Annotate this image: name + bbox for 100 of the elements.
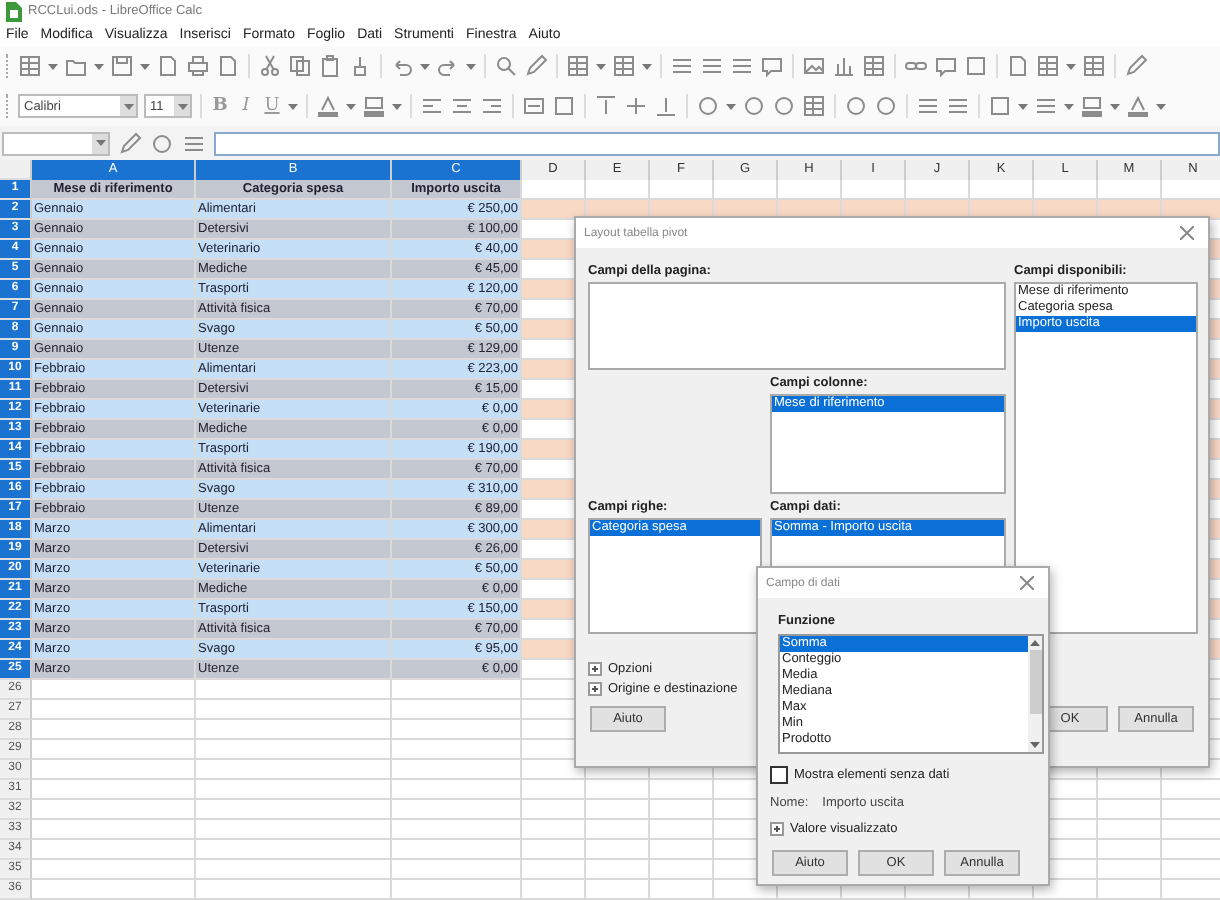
pencil-icon[interactable]	[1124, 54, 1148, 78]
comment-icon[interactable]	[934, 54, 958, 78]
dropdown-arrow-icon[interactable]	[642, 63, 652, 69]
dropdown-arrow-icon[interactable]	[420, 63, 430, 69]
table-icon[interactable]	[862, 54, 886, 78]
rows-icon[interactable]	[700, 54, 724, 78]
copy-icon[interactable]	[288, 54, 312, 78]
align-bottom-icon[interactable]	[654, 94, 678, 118]
close-icon[interactable]	[1020, 576, 1034, 590]
brush-icon[interactable]	[348, 54, 372, 78]
table-icon[interactable]	[566, 54, 590, 78]
align-left-icon[interactable]	[420, 94, 444, 118]
square-icon[interactable]	[964, 54, 988, 78]
dropdown-arrow-icon[interactable]	[1156, 103, 1166, 109]
circle-icon[interactable]	[874, 94, 898, 118]
table-cell	[392, 860, 522, 880]
image-icon[interactable]	[802, 54, 826, 78]
dropdown-arrow-icon[interactable]	[123, 103, 133, 109]
dropdown-arrow-icon[interactable]	[1064, 103, 1074, 109]
pencil-icon[interactable]	[118, 131, 142, 155]
circle-icon[interactable]	[150, 131, 174, 155]
dropdown-arrow-icon[interactable]	[392, 103, 402, 109]
document-icon[interactable]	[156, 54, 180, 78]
expand-icon[interactable]	[588, 662, 602, 676]
printer-icon[interactable]	[186, 54, 210, 78]
dropdown-arrow-icon[interactable]	[596, 63, 606, 69]
circle-icon[interactable]	[696, 94, 720, 118]
table-cell	[1034, 880, 1098, 900]
scroll-down-icon[interactable]	[1030, 742, 1040, 748]
dropdown-arrow-icon[interactable]	[48, 63, 58, 69]
dropdown-arrow-icon[interactable]	[346, 103, 356, 109]
table-icon[interactable]	[18, 54, 42, 78]
table-cell	[392, 680, 522, 700]
square-icon[interactable]	[988, 94, 1012, 118]
dropdown-arrow-icon[interactable]	[466, 63, 476, 69]
table-cell	[586, 180, 650, 200]
name-box[interactable]	[2, 131, 110, 155]
align-right-icon[interactable]	[480, 94, 504, 118]
scissors-icon[interactable]	[258, 54, 282, 78]
dropdown-arrow-icon[interactable]	[288, 103, 298, 109]
scroll-up-icon[interactable]	[1030, 640, 1040, 646]
table-icon[interactable]	[612, 54, 636, 78]
rows-icon[interactable]	[916, 94, 940, 118]
rows-icon[interactable]	[670, 54, 694, 78]
align-middle-icon[interactable]	[624, 94, 648, 118]
comment-icon[interactable]	[760, 54, 784, 78]
table-cell	[586, 800, 650, 820]
table-cell	[650, 780, 714, 800]
dropdown-arrow-icon[interactable]	[1110, 103, 1120, 109]
table-cell	[650, 800, 714, 820]
page-fields-list[interactable]	[588, 282, 1006, 370]
table-icon[interactable]	[1082, 54, 1106, 78]
search-icon[interactable]	[494, 54, 518, 78]
square-icon[interactable]	[552, 94, 576, 118]
dropdown-arrow-icon[interactable]	[1066, 63, 1076, 69]
dropdown-arrow-icon[interactable]	[94, 63, 104, 69]
rows-icon[interactable]	[1034, 94, 1058, 118]
table-cell	[1098, 180, 1162, 200]
merge-cells-icon[interactable]	[522, 94, 546, 118]
table-cell	[1098, 860, 1162, 880]
expand-icon[interactable]	[770, 822, 784, 836]
formula-input[interactable]	[214, 131, 1220, 155]
clipboard-icon[interactable]	[318, 54, 342, 78]
rows-icon[interactable]	[946, 94, 970, 118]
document-icon[interactable]	[216, 54, 240, 78]
circle-icon[interactable]	[742, 94, 766, 118]
pencil-icon[interactable]	[524, 54, 548, 78]
fill-color-icon[interactable]	[362, 94, 386, 118]
table-cell	[650, 880, 714, 900]
dropdown-arrow-icon[interactable]	[95, 140, 105, 146]
table-cell	[650, 180, 714, 200]
checkbox[interactable]	[770, 766, 788, 784]
document-icon[interactable]	[1006, 54, 1030, 78]
dropdown-arrow-icon[interactable]	[726, 103, 736, 109]
dropdown-arrow-icon[interactable]	[177, 103, 187, 109]
expand-icon[interactable]	[588, 682, 602, 696]
table-icon[interactable]	[1036, 54, 1060, 78]
dropdown-arrow-icon[interactable]	[140, 63, 150, 69]
bar-chart-icon[interactable]	[832, 54, 856, 78]
close-icon[interactable]	[1180, 226, 1194, 240]
circle-icon[interactable]	[772, 94, 796, 118]
table-cell	[522, 840, 586, 860]
table-cell	[392, 840, 522, 860]
table-icon[interactable]	[802, 94, 826, 118]
align-top-icon[interactable]	[594, 94, 618, 118]
folder-icon[interactable]	[64, 54, 88, 78]
font-color-icon[interactable]	[1126, 94, 1150, 118]
circle-icon[interactable]	[844, 94, 868, 118]
font-color-icon[interactable]	[316, 94, 340, 118]
undo-icon[interactable]	[390, 54, 414, 78]
align-center-icon[interactable]	[450, 94, 474, 118]
rows-icon[interactable]	[730, 54, 754, 78]
table-cell	[522, 180, 586, 200]
scrollbar[interactable]	[1028, 636, 1042, 752]
dropdown-arrow-icon[interactable]	[1018, 103, 1028, 109]
fill-color-icon[interactable]	[1080, 94, 1104, 118]
save-icon[interactable]	[110, 54, 134, 78]
table-cell	[714, 880, 778, 900]
rows-icon[interactable]	[182, 131, 206, 155]
redo-icon[interactable]	[436, 54, 460, 78]
